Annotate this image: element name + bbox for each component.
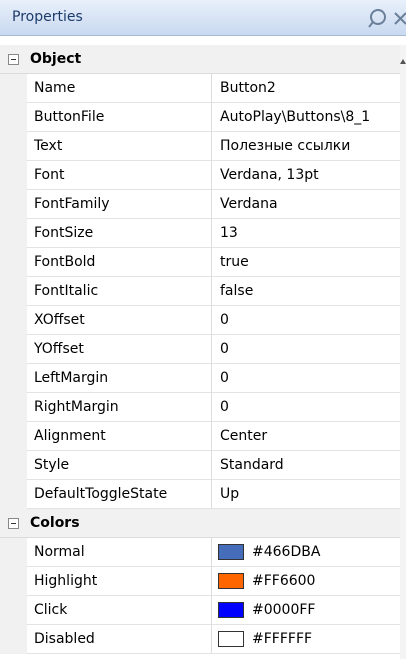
property-row[interactable]: XOffset 0: [0, 306, 400, 335]
property-row[interactable]: LeftMargin 0: [0, 364, 400, 393]
row-gutter: [0, 103, 27, 132]
category-label: Colors: [30, 515, 80, 531]
property-value[interactable]: Полезные ссылки: [212, 132, 400, 161]
property-row[interactable]: Alignment Center: [0, 422, 400, 451]
property-name: LeftMargin: [27, 364, 212, 393]
property-name: XOffset: [27, 306, 212, 335]
color-hex: #FF6600: [252, 573, 316, 589]
row-gutter: [0, 393, 27, 422]
color-swatch[interactable]: [218, 631, 244, 647]
collapse-toggle-icon[interactable]: [8, 54, 19, 65]
property-row[interactable]: FontItalic false: [0, 277, 400, 306]
property-name: Style: [27, 451, 212, 480]
category-label: Object: [30, 51, 82, 67]
row-gutter: [0, 161, 27, 190]
property-name: FontFamily: [27, 190, 212, 219]
property-row[interactable]: RightMargin 0: [0, 393, 400, 422]
property-name: ButtonFile: [27, 103, 212, 132]
color-hex: #466DBA: [252, 544, 321, 560]
vertical-scrollbar[interactable]: [400, 45, 406, 659]
property-name: RightMargin: [27, 393, 212, 422]
row-gutter: [0, 625, 27, 654]
property-row[interactable]: Font Verdana, 13pt: [0, 161, 400, 190]
property-row[interactable]: Name Button2: [0, 74, 400, 103]
color-hex: #FFFFFF: [252, 631, 313, 647]
row-gutter: [0, 190, 27, 219]
property-value[interactable]: Verdana: [212, 190, 400, 219]
property-grid: Object Name Button2 ButtonFile AutoPlay\Bu…: [0, 45, 400, 654]
property-value[interactable]: AutoPlay\Buttons\8_1: [212, 103, 400, 132]
scroll-up-arrow-icon[interactable]: [400, 58, 406, 66]
property-value[interactable]: false: [212, 277, 400, 306]
property-row[interactable]: Text Полезные ссылки: [0, 132, 400, 161]
pin-icon[interactable]: [366, 6, 390, 30]
collapse-toggle-icon[interactable]: [8, 518, 19, 529]
property-value[interactable]: #FF6600: [212, 567, 400, 596]
properties-panel: Properties Object Name Button2 ButtonFile…: [0, 0, 406, 659]
property-row[interactable]: ButtonFile AutoPlay\Buttons\8_1: [0, 103, 400, 132]
row-gutter: [0, 538, 27, 567]
row-gutter: [0, 74, 27, 103]
property-name: FontSize: [27, 219, 212, 248]
color-swatch[interactable]: [218, 573, 244, 589]
property-value[interactable]: true: [212, 248, 400, 277]
color-property-row[interactable]: Disabled #FFFFFF: [0, 625, 400, 654]
property-value[interactable]: Center: [212, 422, 400, 451]
property-row[interactable]: FontSize 13: [0, 219, 400, 248]
property-row[interactable]: FontFamily Verdana: [0, 190, 400, 219]
color-swatch[interactable]: [218, 602, 244, 618]
property-name: Name: [27, 74, 212, 103]
property-name: YOffset: [27, 335, 212, 364]
property-value[interactable]: 0: [212, 364, 400, 393]
row-gutter: [0, 451, 27, 480]
property-row[interactable]: Style Standard: [0, 451, 400, 480]
category-colors: Colors: [0, 509, 400, 538]
row-gutter: [0, 480, 27, 509]
property-value[interactable]: Up: [212, 480, 400, 509]
property-name: Alignment: [27, 422, 212, 451]
color-hex: #0000FF: [252, 602, 316, 618]
property-name: Highlight: [27, 567, 212, 596]
property-row[interactable]: DefaultToggleState Up: [0, 480, 400, 509]
property-value[interactable]: 0: [212, 393, 400, 422]
property-value[interactable]: Standard: [212, 451, 400, 480]
property-row[interactable]: FontBold true: [0, 248, 400, 277]
property-name: Text: [27, 132, 212, 161]
color-property-row[interactable]: Click #0000FF: [0, 596, 400, 625]
panel-titlebar: Properties: [0, 0, 406, 36]
property-value[interactable]: 13: [212, 219, 400, 248]
color-swatch[interactable]: [218, 544, 244, 560]
close-icon[interactable]: [392, 6, 406, 30]
row-gutter: [0, 306, 27, 335]
property-value[interactable]: #0000FF: [212, 596, 400, 625]
color-property-row[interactable]: Highlight #FF6600: [0, 567, 400, 596]
row-gutter: [0, 132, 27, 161]
property-name: Normal: [27, 538, 212, 567]
property-value[interactable]: #466DBA: [212, 538, 400, 567]
property-row[interactable]: YOffset 0: [0, 335, 400, 364]
property-value[interactable]: 0: [212, 335, 400, 364]
panel-title: Properties: [12, 9, 83, 25]
row-gutter: [0, 335, 27, 364]
row-gutter: [0, 596, 27, 625]
property-name: Disabled: [27, 625, 212, 654]
property-value[interactable]: Verdana, 13pt: [212, 161, 400, 190]
property-name: Font: [27, 161, 212, 190]
row-gutter: [0, 248, 27, 277]
property-name: FontItalic: [27, 277, 212, 306]
row-gutter: [0, 364, 27, 393]
category-object: Object: [0, 45, 400, 74]
color-property-row[interactable]: Normal #466DBA: [0, 538, 400, 567]
property-name: DefaultToggleState: [27, 480, 212, 509]
row-gutter: [0, 277, 27, 306]
property-name: FontBold: [27, 248, 212, 277]
property-value[interactable]: 0: [212, 306, 400, 335]
row-gutter: [0, 422, 27, 451]
property-name: Click: [27, 596, 212, 625]
row-gutter: [0, 219, 27, 248]
row-gutter: [0, 567, 27, 596]
property-value[interactable]: #FFFFFF: [212, 625, 400, 654]
property-value[interactable]: Button2: [212, 74, 400, 103]
